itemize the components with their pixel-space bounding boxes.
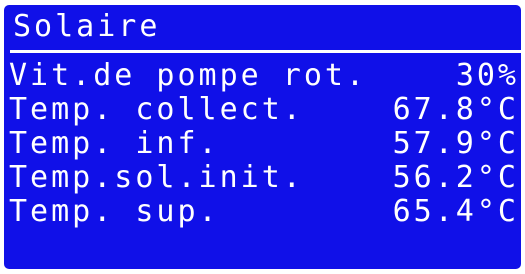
reading-label: Temp.sol.init. xyxy=(9,160,304,195)
reading-value: 57.9°C xyxy=(392,126,519,161)
reading-value: 30% xyxy=(455,58,519,93)
reading-label: Temp. inf. xyxy=(9,126,220,161)
reading-label: Temp. sup. xyxy=(9,194,220,229)
reading-pump-speed: Vit.de pompe rot. 30% xyxy=(9,59,519,93)
screen-title: Solaire xyxy=(13,9,161,44)
reading-upper-temp: Temp. sup. 65.4°C xyxy=(9,195,519,229)
reading-value: 65.4°C xyxy=(392,194,519,229)
reading-collector-temp: Temp. collect. 67.8°C xyxy=(9,93,519,127)
reading-value: 67.8°C xyxy=(392,92,519,127)
controller-display: Solaire Vit.de pompe rot. 30% Temp. coll… xyxy=(4,5,521,269)
reading-label: Temp. collect. xyxy=(9,92,304,127)
reading-value: 56.2°C xyxy=(392,160,519,195)
reading-initial-ground-temp: Temp.sol.init. 56.2°C xyxy=(9,161,519,195)
reading-lower-temp: Temp. inf. 57.9°C xyxy=(9,127,519,161)
title-underline xyxy=(10,50,521,53)
reading-label: Vit.de pompe rot. xyxy=(9,58,368,93)
readings-list: Vit.de pompe rot. 30% Temp. collect. 67.… xyxy=(9,59,519,229)
